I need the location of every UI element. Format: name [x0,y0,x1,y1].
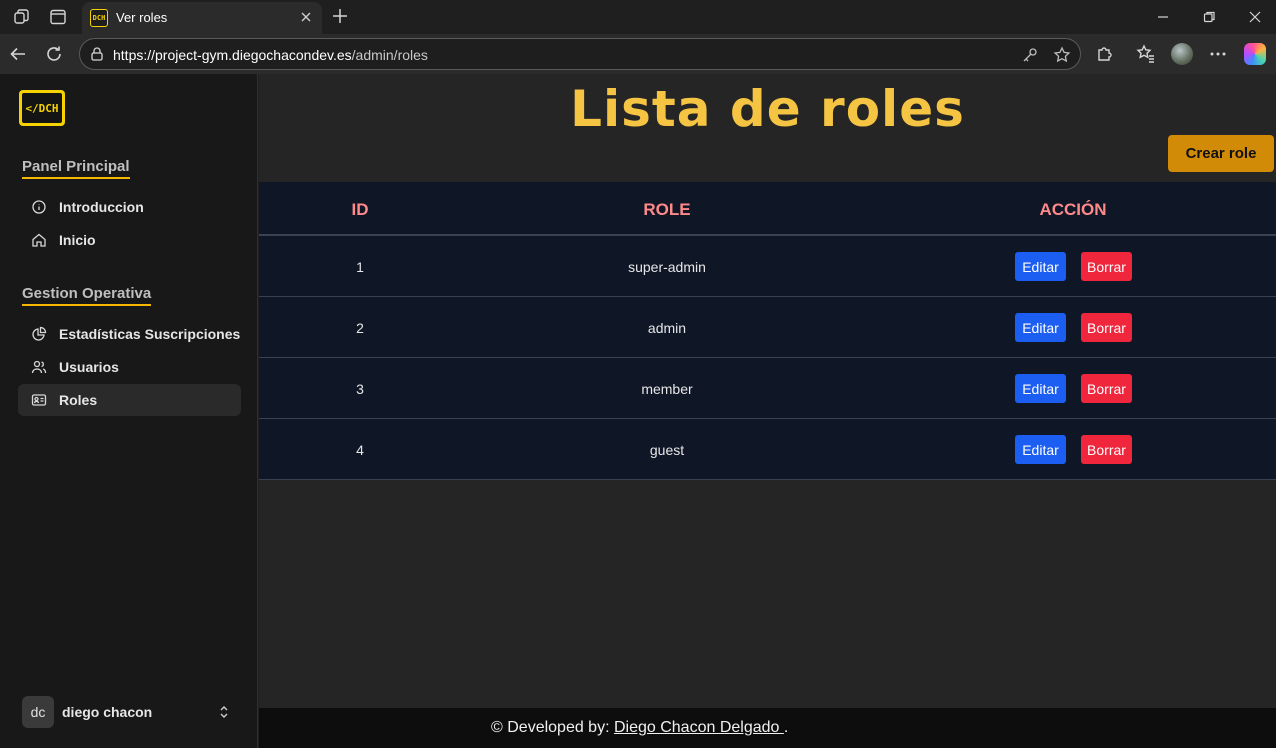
sidebar-item-inicio[interactable]: Inicio [18,224,241,256]
new-tab-icon[interactable] [331,7,349,25]
profile-avatar[interactable] [1171,43,1193,65]
sidebar-item-label: Introduccion [59,199,144,215]
extensions-icon[interactable] [1095,44,1115,64]
user-name: diego chacon [62,704,153,720]
copilot-icon[interactable] [1244,43,1266,65]
sidebar-item-label: Estadísticas Suscripciones [59,326,241,342]
sidebar-item-label: Usuarios [59,359,119,375]
lock-icon[interactable] [89,46,105,62]
cell-role: super-admin [628,259,706,275]
table-header: ID ROLE ACCIÓN [259,182,1276,236]
footer: © Developed by: Diego Chacon Delgado . [259,708,1276,748]
app-logo[interactable]: </DCH [19,90,65,126]
edit-button[interactable]: Editar [1015,313,1066,342]
sidebar: </DCH Panel Principal Introduccion Inici… [0,74,258,748]
id-card-icon [31,394,47,406]
table-row: 4 guest Editar Borrar [259,419,1276,480]
sidebar-item-label: Roles [59,392,98,408]
sidebar-item-estadisticas[interactable]: Estadísticas Suscripciones [18,318,241,350]
favicon-icon: DCH [90,9,108,27]
edit-button[interactable]: Editar [1015,252,1066,281]
delete-button[interactable]: Borrar [1081,252,1132,281]
restore-icon[interactable] [1201,9,1217,25]
browser-tabbar: DCH Ver roles [0,0,1276,34]
table-row: 2 admin Editar Borrar [259,297,1276,358]
close-icon[interactable] [298,9,314,25]
avatar: dc [22,696,54,728]
cell-role: admin [647,320,687,336]
cell-id: 4 [356,442,364,458]
delete-button[interactable]: Borrar [1081,313,1132,342]
cell-id: 1 [356,259,364,275]
user-menu[interactable]: dc diego chacon [22,696,238,728]
create-role-button[interactable]: Crear role [1168,135,1274,172]
key-icon[interactable] [1021,46,1039,64]
column-header-accion: ACCIÓN [1039,200,1107,219]
tab-title: Ver roles [116,10,168,25]
window-close-icon[interactable] [1247,9,1263,25]
back-icon[interactable] [8,44,28,64]
table-row: 1 super-admin Editar Borrar [259,236,1276,297]
chevron-up-down-icon[interactable] [216,704,232,720]
more-options-icon[interactable] [1208,44,1228,64]
browser-toolbar: https://project-gym.diegochacondev.es/ad… [0,34,1276,74]
chart-pie-icon [32,326,47,341]
workspaces-icon[interactable] [13,8,31,26]
logo-text: </DCH [22,93,62,123]
minimize-icon[interactable] [1155,9,1171,25]
info-icon [32,200,46,214]
home-icon [32,233,46,247]
section-title-panel-principal: Panel Principal [22,158,130,179]
users-icon [31,360,47,374]
column-header-id: ID [351,200,369,219]
section-title-gestion-operativa: Gestion Operativa [22,285,152,306]
column-header-role: ROLE [643,200,691,219]
cell-role: member [641,381,693,397]
sidebar-item-label: Inicio [59,232,96,248]
tab-ver-roles[interactable]: DCH Ver roles [82,2,322,34]
cell-role: guest [649,442,685,458]
address-bar[interactable]: https://project-gym.diegochacondev.es/ad… [79,38,1081,70]
edit-button[interactable]: Editar [1015,374,1066,403]
main-content: Lista de roles Crear role ID ROLE ACCIÓN… [259,74,1276,708]
delete-button[interactable]: Borrar [1081,374,1132,403]
cell-id: 2 [356,320,364,336]
sidebar-item-introduccion[interactable]: Introduccion [18,191,241,223]
sidebar-item-usuarios[interactable]: Usuarios [18,351,241,383]
url-text[interactable]: https://project-gym.diegochacondev.es/ad… [113,47,428,63]
tab-actions-icon[interactable] [49,8,67,26]
footer-text: © Developed by: Diego Chacon Delgado . [491,719,789,736]
favorite-star-icon[interactable] [1053,46,1071,64]
refresh-icon[interactable] [44,44,64,64]
page-title: Lista de roles [570,80,965,138]
roles-table: ID ROLE ACCIÓN 1 super-admin Editar Borr… [259,182,1276,480]
edit-button[interactable]: Editar [1015,435,1066,464]
favorites-icon[interactable] [1136,44,1156,64]
delete-button[interactable]: Borrar [1081,435,1132,464]
cell-id: 3 [356,381,364,397]
author-link[interactable]: Diego Chacon Delgado [614,719,784,736]
sidebar-item-roles[interactable]: Roles [18,384,241,416]
table-row: 3 member Editar Borrar [259,358,1276,419]
